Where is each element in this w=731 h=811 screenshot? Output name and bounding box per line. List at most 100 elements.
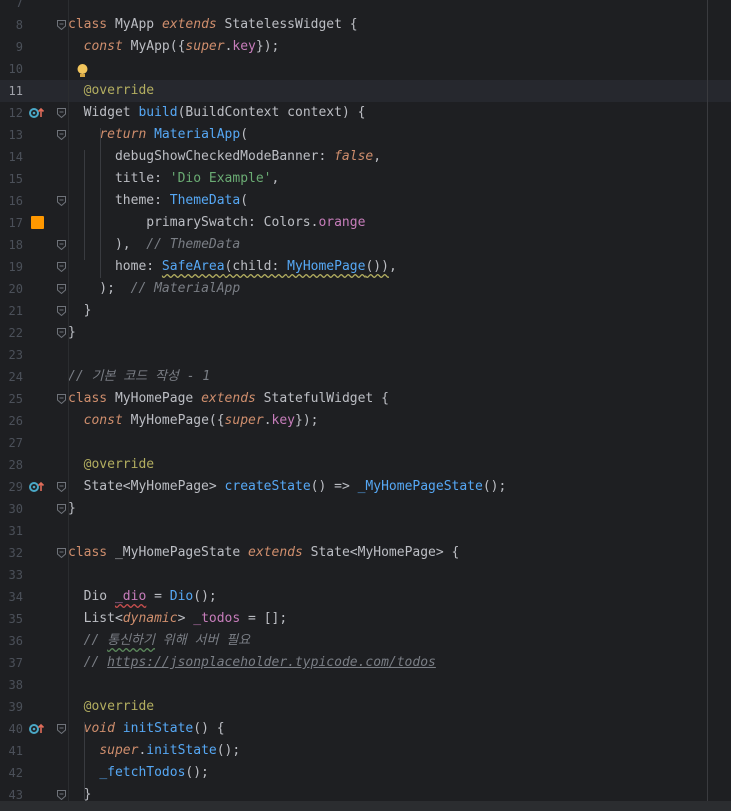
code-line[interactable]: 18 ), // ThemeData (0, 234, 731, 256)
code-text[interactable]: theme: ThemeData( (68, 190, 248, 212)
code-line[interactable]: 40 void initState() { (0, 718, 731, 740)
line-number[interactable]: 15 (0, 168, 23, 190)
fold-toggle-icon[interactable] (57, 328, 66, 338)
fold-toggle-icon[interactable] (57, 724, 66, 734)
line-number[interactable]: 11 (0, 80, 23, 102)
code-line[interactable]: 35 List<dynamic> _todos = []; (0, 608, 731, 630)
line-number[interactable]: 25 (0, 388, 23, 410)
fold-toggle-icon[interactable] (57, 482, 66, 492)
code-text[interactable]: debugShowCheckedModeBanner: false, (68, 146, 381, 168)
code-text[interactable]: ), // ThemeData (68, 234, 240, 256)
line-number[interactable]: 32 (0, 542, 23, 564)
code-line[interactable]: 22} (0, 322, 731, 344)
code-line[interactable]: 27 (0, 432, 731, 454)
code-text[interactable]: List<dynamic> _todos = []; (68, 608, 288, 630)
code-line[interactable]: 42 _fetchTodos(); (0, 762, 731, 784)
line-number[interactable]: 29 (0, 476, 23, 498)
code-line[interactable]: 20 ); // MaterialApp (0, 278, 731, 300)
line-number[interactable]: 28 (0, 454, 23, 476)
code-text[interactable]: } (68, 300, 92, 322)
override-marker-icon[interactable] (29, 102, 45, 124)
horizontal-scrollbar[interactable] (0, 801, 731, 811)
line-number[interactable]: 38 (0, 674, 23, 696)
fold-toggle-icon[interactable] (57, 130, 66, 140)
line-number[interactable]: 7 (0, 0, 23, 14)
code-line[interactable]: 31 (0, 520, 731, 542)
code-text[interactable]: class _MyHomePageState extends State<MyH… (68, 542, 459, 564)
fold-toggle-icon[interactable] (57, 108, 66, 118)
code-line[interactable]: 21 } (0, 300, 731, 322)
fold-toggle-icon[interactable] (57, 284, 66, 294)
fold-toggle-icon[interactable] (57, 306, 66, 316)
code-text[interactable]: @override (68, 696, 154, 718)
code-line[interactable]: 10 (0, 58, 731, 80)
code-line[interactable]: 37 // https://jsonplaceholder.typicode.c… (0, 652, 731, 674)
code-line[interactable]: 24 // 기본 코드 작성 - 1 (0, 366, 731, 388)
code-line[interactable]: 17 primarySwatch: Colors.orange (0, 212, 731, 234)
code-text[interactable]: @override (68, 80, 154, 102)
code-text[interactable]: Widget build(BuildContext context) { (68, 102, 366, 124)
line-number[interactable]: 41 (0, 740, 23, 762)
line-number[interactable]: 23 (0, 344, 23, 366)
code-text[interactable]: @override (68, 454, 154, 476)
code-line[interactable]: 11 @override (0, 80, 731, 102)
line-number[interactable]: 20 (0, 278, 23, 300)
fold-toggle-icon[interactable] (57, 504, 66, 514)
line-number[interactable]: 30 (0, 498, 23, 520)
line-number[interactable]: 33 (0, 564, 23, 586)
code-editor[interactable]: 7 8 class MyApp extends StatelessWidget {9… (0, 0, 731, 811)
code-line[interactable]: 23 (0, 344, 731, 366)
line-number[interactable]: 27 (0, 432, 23, 454)
fold-toggle-icon[interactable] (57, 240, 66, 250)
code-line[interactable]: 28 @override (0, 454, 731, 476)
line-number[interactable]: 34 (0, 586, 23, 608)
code-line[interactable]: 32 class _MyHomePageState extends State<M… (0, 542, 731, 564)
code-line[interactable]: 34 Dio _dio = Dio(); (0, 586, 731, 608)
color-swatch-icon[interactable] (31, 216, 44, 229)
fold-toggle-icon[interactable] (57, 548, 66, 558)
code-line[interactable]: 41 super.initState(); (0, 740, 731, 762)
code-line[interactable]: 15 title: 'Dio Example', (0, 168, 731, 190)
line-number[interactable]: 14 (0, 146, 23, 168)
line-number[interactable]: 19 (0, 256, 23, 278)
line-number[interactable]: 10 (0, 58, 23, 80)
line-number[interactable]: 9 (0, 36, 23, 58)
code-line[interactable]: 14 debugShowCheckedModeBanner: false, (0, 146, 731, 168)
intention-bulb-icon[interactable] (76, 63, 89, 83)
override-marker-icon[interactable] (29, 718, 45, 740)
code-line[interactable]: 29 State<MyHomePage> createState() => _M… (0, 476, 731, 498)
code-line[interactable]: 12 Widget build(BuildContext context) { (0, 102, 731, 124)
line-number[interactable]: 26 (0, 410, 23, 432)
code-text[interactable]: _fetchTodos(); (68, 762, 209, 784)
line-number[interactable]: 17 (0, 212, 23, 234)
code-text[interactable]: } (68, 322, 76, 344)
line-number[interactable]: 12 (0, 102, 23, 124)
code-text[interactable]: // https://jsonplaceholder.typicode.com/… (68, 652, 436, 674)
line-number[interactable]: 21 (0, 300, 23, 322)
line-number[interactable]: 13 (0, 124, 23, 146)
fold-toggle-icon[interactable] (57, 196, 66, 206)
code-line[interactable]: 36 // 통신하기 위해 서버 필요 (0, 630, 731, 652)
line-number[interactable]: 24 (0, 366, 23, 388)
fold-toggle-icon[interactable] (57, 20, 66, 30)
code-text[interactable]: State<MyHomePage> createState() => _MyHo… (68, 476, 507, 498)
code-text[interactable]: home: SafeArea(child: MyHomePage()), (68, 256, 397, 278)
code-line[interactable]: 39 @override (0, 696, 731, 718)
fold-toggle-icon[interactable] (57, 790, 66, 800)
code-text[interactable]: ); // MaterialApp (68, 278, 240, 300)
line-number[interactable]: 37 (0, 652, 23, 674)
line-number[interactable]: 42 (0, 762, 23, 784)
code-text[interactable]: // 통신하기 위해 서버 필요 (68, 630, 251, 652)
line-number[interactable]: 16 (0, 190, 23, 212)
code-text[interactable]: return MaterialApp( (68, 124, 248, 146)
code-text[interactable]: void initState() { (68, 718, 225, 740)
code-line[interactable]: 25 class MyHomePage extends StatefulWidge… (0, 388, 731, 410)
code-line[interactable]: 26 const MyHomePage({super.key}); (0, 410, 731, 432)
line-number[interactable]: 39 (0, 696, 23, 718)
line-number[interactable]: 22 (0, 322, 23, 344)
line-number[interactable]: 31 (0, 520, 23, 542)
override-marker-icon[interactable] (29, 476, 45, 498)
code-text[interactable]: Dio _dio = Dio(); (68, 586, 217, 608)
code-line[interactable]: 7 (0, 0, 731, 14)
fold-toggle-icon[interactable] (57, 394, 66, 404)
